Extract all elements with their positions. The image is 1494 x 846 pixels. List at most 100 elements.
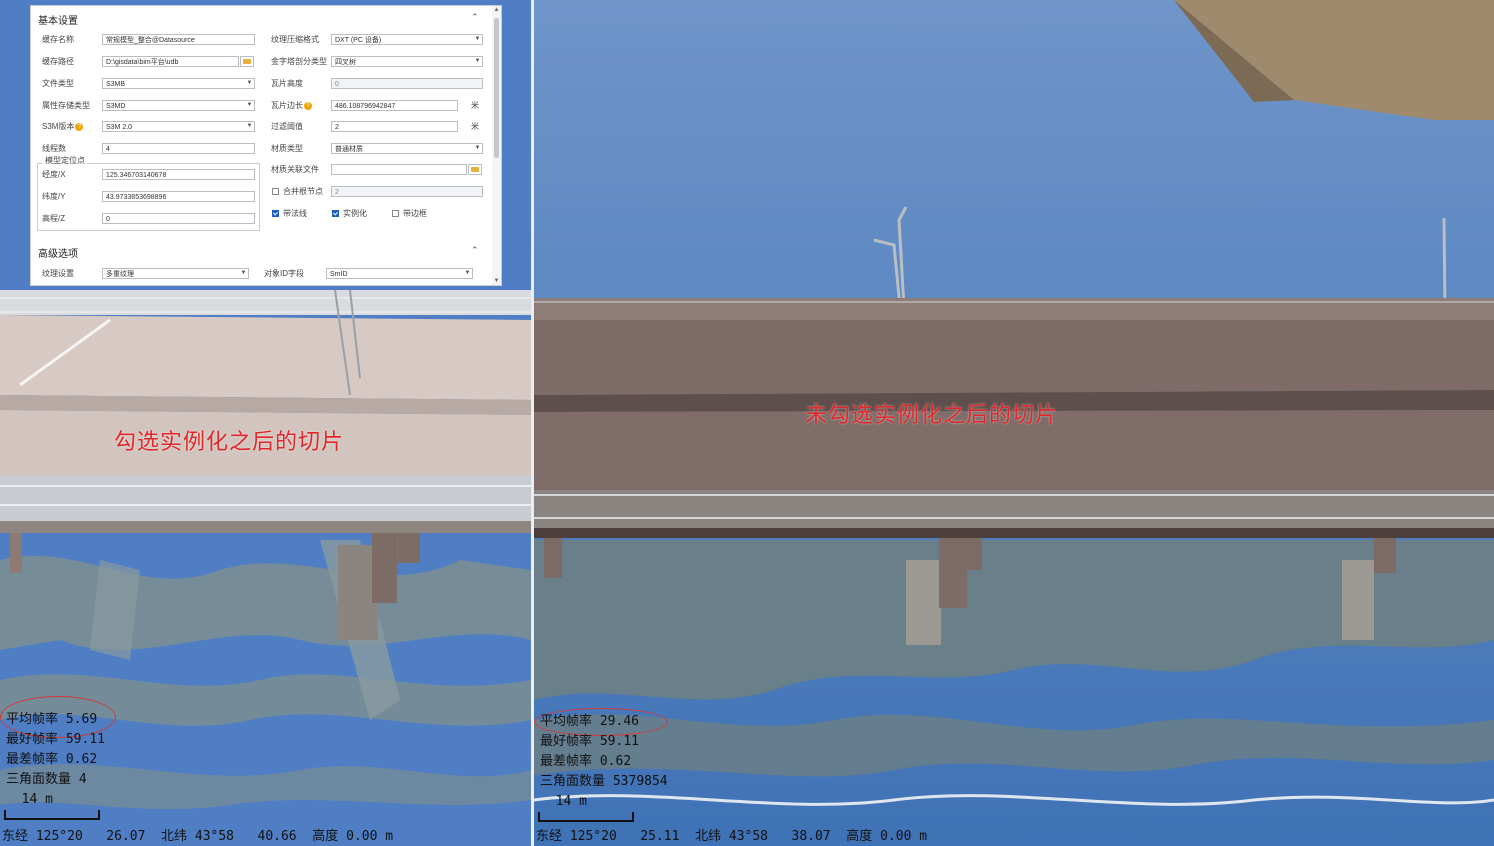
thread-count-label: 线程数 — [42, 144, 66, 153]
best-fps-value: 59.11 — [65, 732, 105, 747]
cache-path-label: 缓存路径 — [42, 57, 74, 66]
stat-row: 平均帧率 5.69 — [6, 710, 105, 730]
stat-row: 三角面数量 5379854 — [540, 772, 668, 792]
worst-fps-value: 0.62 — [65, 752, 98, 767]
tile-edge-unit: 米 — [471, 101, 479, 110]
scroll-thumb[interactable] — [494, 18, 499, 158]
advanced-options-title: 高级选项 — [38, 249, 78, 260]
cache-name-input[interactable]: 常规模型_整合@Datasource — [102, 34, 255, 45]
stat-row: 平均帧率 29.46 — [540, 712, 668, 732]
file-type-label: 文件类型 — [42, 79, 74, 88]
attr-storage-select[interactable]: S3MD ▼ — [102, 100, 255, 111]
folder-icon — [471, 167, 479, 172]
help-icon: ? — [75, 122, 84, 131]
chevron-down-icon: ▼ — [474, 58, 481, 64]
scroll-up-icon[interactable]: ▲ — [492, 7, 501, 13]
stat-row: 最好帧率 59.11 — [6, 730, 105, 750]
stat-label: 平均帧率 — [6, 712, 59, 727]
chevron-down-icon: ▼ — [246, 102, 253, 108]
filter-threshold-label: 过滤阈值 — [271, 122, 303, 131]
object-id-label: 对象ID字段 — [264, 269, 304, 278]
browse-folder-button[interactable] — [240, 56, 254, 67]
chevron-down-icon: ▼ — [246, 80, 253, 86]
stat-row: 最差帧率 0.62 — [540, 752, 668, 772]
stat-row: 最好帧率 59.11 — [540, 732, 668, 752]
merge-root-input: 2 — [331, 186, 483, 197]
material-type-select[interactable]: 普通材质 ▼ — [331, 143, 483, 154]
scroll-down-icon[interactable]: ▼ — [492, 278, 501, 284]
chevron-down-icon: ▼ — [474, 145, 481, 151]
right-3d-viewport[interactable]: 未勾选实例化之后的切片 平均帧率 29.46 最好帧率 59.11 最差帧率 0… — [534, 0, 1494, 846]
texture-compression-select[interactable]: DXT (PC 设备) ▼ — [331, 34, 483, 45]
instancing-checkbox[interactable] — [332, 210, 339, 217]
filter-threshold-unit: 米 — [471, 122, 479, 131]
tile-edge-label: 瓦片边长? — [271, 100, 312, 111]
attr-storage-label: 属性存储类型 — [42, 101, 90, 110]
panel-scrollbar[interactable]: ▲ ▼ — [492, 6, 501, 285]
scale-label: 14 m — [555, 794, 587, 809]
left-stats-overlay: 平均帧率 5.69 最好帧率 59.11 最差帧率 0.62 三角面数量 4 1… — [6, 710, 105, 810]
latitude-label: 纬度/Y — [42, 192, 66, 201]
cache-settings-panel: 基本设置 ⌃ 缓存名称 常规模型_整合@Datasource 缓存路径 D:\g… — [30, 5, 502, 286]
worst-fps-value: 0.62 — [599, 754, 632, 769]
left-caption: 勾选实例化之后的切片 — [114, 430, 345, 455]
best-fps-value: 59.11 — [599, 734, 639, 749]
cache-name-label: 缓存名称 — [42, 35, 74, 44]
filter-threshold-input[interactable]: 2 — [331, 121, 458, 132]
right-coordinate-status: 东经 125°20 25.11 北纬 43°58 38.07 高度 0.00 m — [536, 829, 928, 844]
texture-setting-select[interactable]: 多重纹理 ▼ — [102, 268, 249, 279]
texture-setting-label: 纹理设置 — [42, 269, 74, 278]
s3m-version-select[interactable]: S3M 2.0 ▼ — [102, 121, 255, 132]
instancing-label: 实例化 — [343, 209, 367, 218]
texture-compression-label: 纹理压缩格式 — [271, 35, 319, 44]
tile-height-label: 瓦片高度 — [271, 79, 303, 88]
material-file-input[interactable] — [331, 164, 467, 175]
stat-label: 三角面数量 — [540, 774, 606, 789]
tile-height-input: 0 — [331, 78, 483, 89]
cache-path-input[interactable]: D:\gisdata\bim平台\udb — [102, 56, 239, 67]
border-label: 带边框 — [403, 209, 427, 218]
collapse-advanced-icon[interactable]: ⌃ — [471, 245, 479, 256]
pyramid-split-label: 金字塔剖分类型 — [271, 57, 327, 66]
browse-material-button[interactable] — [468, 164, 482, 175]
help-icon: ? — [304, 101, 312, 110]
s3m-version-label: S3M版本? — [42, 121, 84, 132]
chevron-down-icon: ▼ — [474, 36, 481, 42]
triangle-count-value: 4 — [78, 772, 87, 787]
triangle-count-value: 5379854 — [612, 774, 668, 789]
thread-count-input[interactable]: 4 — [102, 143, 255, 154]
right-caption: 未勾选实例化之后的切片 — [805, 403, 1059, 428]
elevation-input[interactable]: 0 — [102, 213, 255, 224]
border-checkbox[interactable] — [392, 210, 399, 217]
merge-root-checkbox[interactable] — [272, 188, 279, 195]
collapse-basic-icon[interactable]: ⌃ — [471, 12, 479, 23]
stat-row: 最差帧率 0.62 — [6, 750, 105, 770]
avg-fps-value: 5.69 — [65, 712, 98, 727]
right-stats-overlay: 平均帧率 29.46 最好帧率 59.11 最差帧率 0.62 三角面数量 53… — [540, 712, 668, 812]
scale-label: 14 m — [21, 792, 53, 807]
chevron-down-icon: ▼ — [464, 270, 471, 276]
basic-settings-title: 基本设置 — [38, 16, 78, 27]
latitude-input[interactable]: 43.9733853698896 — [102, 191, 255, 202]
chevron-down-icon: ▼ — [246, 123, 253, 129]
file-type-select[interactable]: S3MB ▼ — [102, 78, 255, 89]
material-type-label: 材质类型 — [271, 144, 303, 153]
material-file-label: 材质关联文件 — [271, 165, 319, 174]
stat-label: 三角面数量 — [6, 772, 72, 787]
folder-icon — [243, 59, 251, 64]
scale-bar — [538, 812, 634, 822]
model-anchor-title: 模型定位点 — [43, 155, 87, 166]
stat-row: 三角面数量 4 — [6, 770, 105, 790]
stat-label: 最好帧率 — [540, 734, 593, 749]
tile-edge-input[interactable]: 486.108796942847 — [331, 100, 458, 111]
normals-checkbox[interactable] — [272, 210, 279, 217]
normals-label: 带法线 — [283, 209, 307, 218]
pyramid-split-select[interactable]: 四叉树 ▼ — [331, 56, 483, 67]
stat-label: 平均帧率 — [540, 714, 593, 729]
merge-root-label: 合并根节点 — [283, 187, 323, 196]
left-3d-viewport[interactable]: 勾选实例化之后的切片 平均帧率 5.69 最好帧率 59.11 最差帧率 0.6… — [0, 0, 531, 846]
scale-bar — [4, 810, 100, 820]
longitude-input[interactable]: 125.346703140678 — [102, 169, 255, 180]
avg-fps-value: 29.46 — [599, 714, 639, 729]
object-id-select[interactable]: SmID ▼ — [326, 268, 473, 279]
